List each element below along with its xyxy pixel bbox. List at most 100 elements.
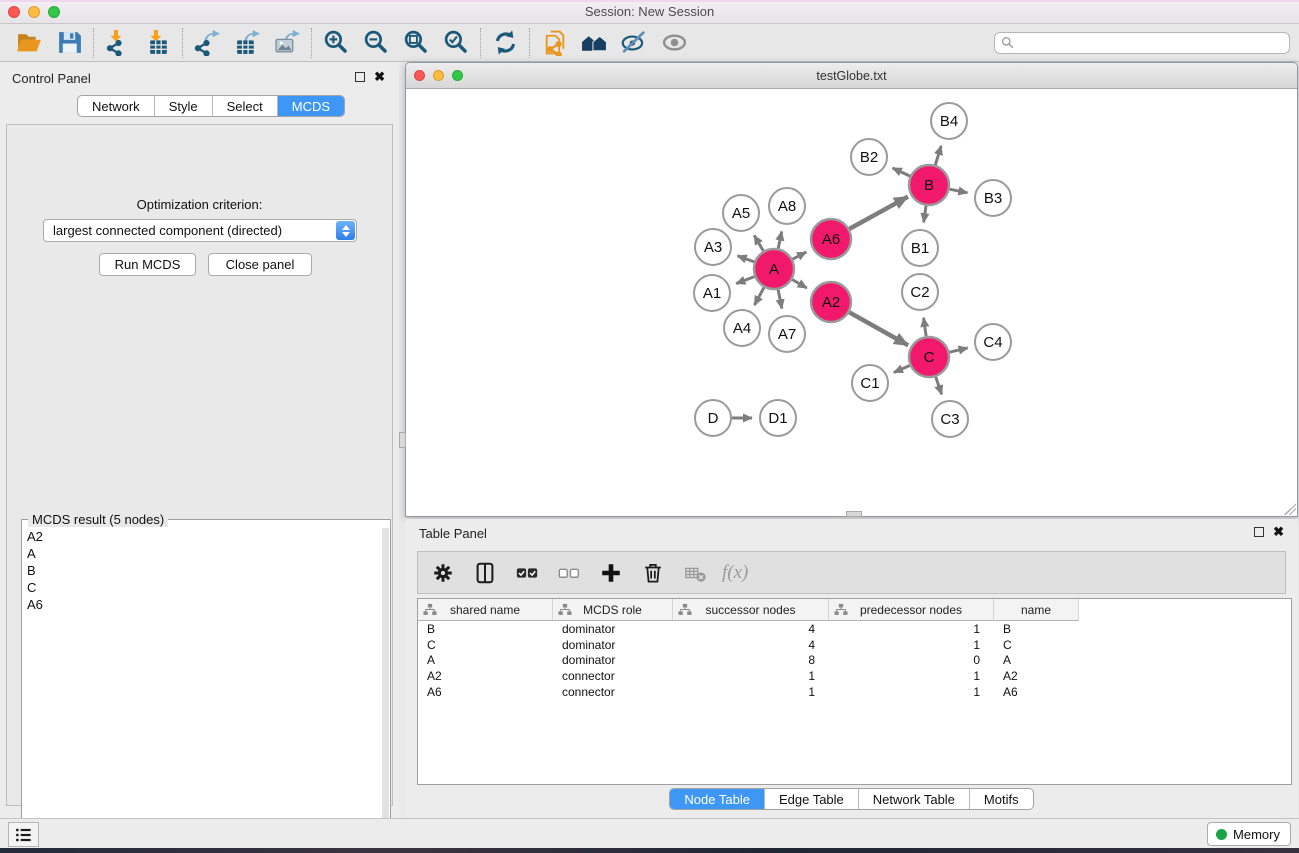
graph-node-A5[interactable]: A5	[723, 195, 759, 231]
splitter-grip-left[interactable]	[399, 432, 406, 448]
table-row[interactable]: Cdominator41C	[418, 637, 1291, 653]
tab-mcds[interactable]: MCDS	[278, 96, 344, 116]
graph-node-A2[interactable]: A2	[811, 282, 851, 322]
import-table-button[interactable]	[138, 27, 178, 59]
export-image-button[interactable]	[267, 27, 307, 59]
export-network-button[interactable]	[187, 27, 227, 59]
close-table-panel-icon[interactable]: ✖	[1273, 527, 1284, 537]
mcds-result-item[interactable]: C	[22, 579, 382, 596]
graph-node-A7[interactable]: A7	[769, 316, 805, 352]
graph-edge-A6-B[interactable]	[849, 197, 908, 229]
column-header-name[interactable]: name	[994, 599, 1079, 621]
table-row[interactable]: A2connector11A2	[418, 668, 1291, 684]
export-table-button[interactable]	[227, 27, 267, 59]
graph-edge-B-B4[interactable]	[935, 146, 941, 165]
refresh-layout-button[interactable]	[485, 27, 525, 59]
search-input[interactable]	[994, 32, 1290, 54]
deselect-all-button[interactable]	[554, 558, 584, 588]
graph-node-A6[interactable]: A6	[811, 219, 851, 259]
result-scrollbar[interactable]	[382, 528, 389, 853]
graph-edge-B-B3[interactable]	[950, 189, 968, 193]
table-row[interactable]: Bdominator41B	[418, 621, 1291, 637]
toggle-column-view-button[interactable]	[470, 558, 500, 588]
graph-node-A[interactable]: A	[754, 249, 794, 289]
select-all-button[interactable]	[512, 558, 542, 588]
graph-node-C1[interactable]: C1	[852, 365, 888, 401]
graph-node-D1[interactable]: D1	[760, 400, 796, 436]
table-row[interactable]: Adominator80A	[418, 652, 1291, 668]
graph-node-A8[interactable]: A8	[769, 188, 805, 224]
show-all-button[interactable]	[654, 27, 694, 59]
graph-node-B4[interactable]: B4	[931, 103, 967, 139]
float-panel-icon[interactable]	[355, 72, 365, 82]
graph-edge-C-C4[interactable]	[949, 348, 967, 352]
optimization-criterion-dropdown[interactable]: largest connected component (directed)	[43, 219, 357, 242]
graph-edge-A2-C[interactable]	[849, 312, 908, 345]
close-panel-button[interactable]: Close panel	[208, 253, 312, 276]
network-window-titlebar[interactable]: testGlobe.txt	[406, 63, 1297, 89]
graph-node-B3[interactable]: B3	[975, 180, 1011, 216]
zoom-fit-button[interactable]	[396, 27, 436, 59]
graph-edge-A-A8[interactable]	[778, 232, 782, 249]
delete-table-button[interactable]	[680, 558, 710, 588]
mcds-result-item[interactable]: A	[22, 545, 382, 562]
hide-selected-button[interactable]	[614, 27, 654, 59]
graph-edge-B-B2[interactable]	[893, 168, 910, 176]
graph-node-C3[interactable]: C3	[932, 401, 968, 437]
tab-network[interactable]: Network	[78, 96, 155, 116]
network-canvas[interactable]: B4 B2 B B3 A8 A5 A6 A3 B1 A C2 A1 A2 A4 …	[407, 89, 1296, 515]
graph-edge-A-A4[interactable]	[754, 288, 764, 306]
zoom-selected-button[interactable]	[436, 27, 476, 59]
mcds-result-item[interactable]: A6	[22, 596, 382, 613]
open-session-button[interactable]	[9, 27, 49, 59]
table-settings-button[interactable]	[428, 558, 458, 588]
graph-edge-C-C3[interactable]	[936, 377, 942, 395]
column-header-MCDS-role[interactable]: MCDS role	[553, 599, 673, 621]
tab-style[interactable]: Style	[155, 96, 213, 116]
tab-edge-table[interactable]: Edge Table	[765, 789, 859, 809]
tab-motifs[interactable]: Motifs	[970, 789, 1033, 809]
save-session-button[interactable]	[49, 27, 89, 59]
graph-edge-A-A3[interactable]	[738, 256, 755, 262]
clone-network-button[interactable]	[534, 27, 574, 59]
graph-node-C[interactable]: C	[909, 337, 949, 377]
float-table-panel-icon[interactable]	[1254, 527, 1264, 537]
tab-node-table[interactable]: Node Table	[670, 789, 765, 809]
graph-edge-B-B1[interactable]	[924, 206, 926, 223]
graph-edge-C-C1[interactable]	[894, 366, 910, 373]
column-header-predecessor-nodes[interactable]: predecessor nodes	[829, 599, 994, 621]
tab-select[interactable]: Select	[213, 96, 278, 116]
graph-edge-A-A1[interactable]	[736, 277, 754, 284]
mcds-result-item[interactable]: B	[22, 562, 382, 579]
graph-node-B1[interactable]: B1	[902, 230, 938, 266]
zoom-in-button[interactable]	[316, 27, 356, 59]
tab-network-table[interactable]: Network Table	[859, 789, 970, 809]
graph-edge-A-A6[interactable]	[793, 252, 807, 259]
graph-edge-C-C2[interactable]	[924, 318, 927, 336]
graph-node-D[interactable]: D	[695, 400, 731, 436]
graph-node-C2[interactable]: C2	[902, 274, 938, 310]
graph-node-B2[interactable]: B2	[851, 139, 887, 175]
mcds-result-item[interactable]: A2	[22, 528, 382, 545]
delete-column-button[interactable]	[638, 558, 668, 588]
graph-edge-A-A2[interactable]	[792, 280, 807, 289]
function-builder-button[interactable]: f(x)	[722, 562, 748, 584]
graph-node-A3[interactable]: A3	[695, 229, 731, 265]
column-header-successor-nodes[interactable]: successor nodes	[673, 599, 829, 621]
graph-node-B[interactable]: B	[909, 165, 949, 205]
memory-button[interactable]: Memory	[1207, 822, 1291, 846]
graph-edge-A-A5[interactable]	[754, 235, 763, 251]
column-header-shared-name[interactable]: shared name	[418, 599, 553, 621]
table-row[interactable]: A6connector11A6	[418, 684, 1291, 700]
close-panel-icon[interactable]: ✖	[374, 72, 385, 82]
window-resize-grip[interactable]	[1284, 503, 1296, 515]
splitter-grip-bottom[interactable]	[846, 511, 862, 517]
graph-node-C4[interactable]: C4	[975, 324, 1011, 360]
import-network-button[interactable]	[98, 27, 138, 59]
task-history-button[interactable]	[8, 822, 39, 847]
graph-node-A4[interactable]: A4	[724, 310, 760, 346]
zoom-out-button[interactable]	[356, 27, 396, 59]
create-column-button[interactable]	[596, 558, 626, 588]
run-mcds-button[interactable]: Run MCDS	[99, 253, 196, 276]
home-layout-button[interactable]	[574, 27, 614, 59]
